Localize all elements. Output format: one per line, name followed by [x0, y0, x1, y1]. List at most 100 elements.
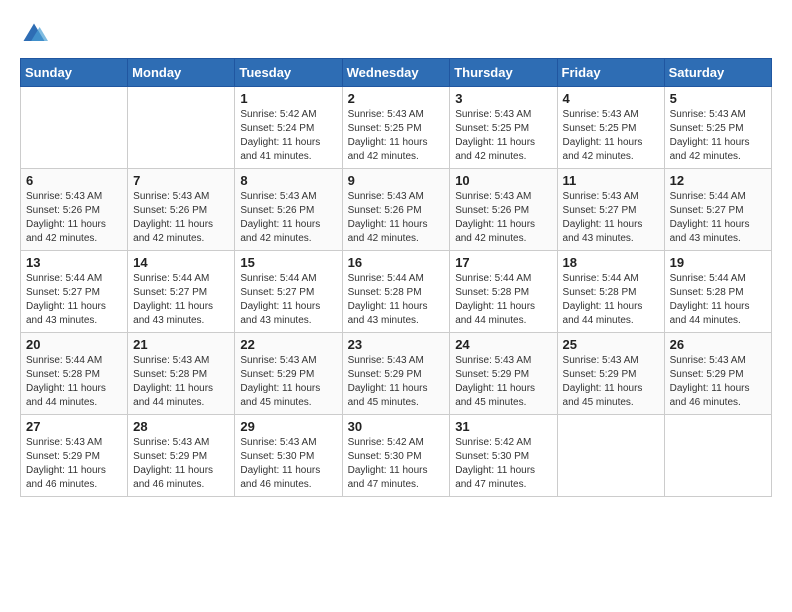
- calendar-cell: 1Sunrise: 5:42 AMSunset: 5:24 PMDaylight…: [235, 87, 342, 169]
- day-info: Sunrise: 5:43 AMSunset: 5:29 PMDaylight:…: [455, 354, 551, 410]
- day-info: Sunrise: 5:44 AM Sunset: 5:27 PM Daylight:…: [670, 190, 766, 246]
- calendar-cell: 15 Sunrise: 5:44 AMSunset: 5:27 PMDayligh…: [235, 251, 342, 333]
- sunrise-text: Sunrise: 5:44 AM: [670, 191, 746, 202]
- daylight-text: Daylight: 11 hours and 45 minutes.: [563, 383, 643, 408]
- daylight-text: Daylight: 11 hours and 42 minutes.: [455, 219, 535, 244]
- day-info: Sunrise: 5:43 AMSunset: 5:29 PMDaylight:…: [670, 354, 766, 410]
- daylight-text: Daylight: 11 hours and 42 minutes.: [455, 137, 535, 162]
- day-info: Sunrise: 5:43 AMSunset: 5:25 PMDaylight:…: [455, 108, 551, 164]
- day-number: 15: [240, 255, 336, 270]
- calendar-cell: 28Sunrise: 5:43 AMSunset: 5:29 PMDayligh…: [128, 415, 235, 497]
- calendar-cell: 16 Sunrise: 5:44 AM Sunset: 5:28 PM Dayligh…: [342, 251, 450, 333]
- sunset-text: Sunset: 5:28 PM: [26, 369, 100, 380]
- day-number: 12: [670, 173, 766, 188]
- sunrise-text: Sunrise: 5:43 AM: [240, 437, 316, 448]
- sunrise-text: Sunrise: 5:44 AM: [348, 273, 424, 284]
- sunset-text: Sunset: 5:29 PM: [240, 369, 314, 380]
- calendar-cell: 11Sunrise: 5:43 AMSunset: 5:27 PMDayligh…: [557, 169, 664, 251]
- calendar-cell: 19Sunrise: 5:44 AMSunset: 5:28 PMDayligh…: [664, 251, 771, 333]
- day-number: 18: [563, 255, 659, 270]
- weekday-header-saturday: Saturday: [664, 59, 771, 87]
- daylight-text: Daylight: 11 hours and 41 minutes.: [240, 137, 320, 162]
- sunset-text: Sunset: 5:29 PM: [348, 369, 422, 380]
- sunset-text: Sunset: 5:27 PM: [670, 205, 744, 216]
- sunset-text: Sunset: 5:29 PM: [563, 369, 637, 380]
- day-number: 4: [563, 91, 659, 106]
- day-number: 9: [348, 173, 445, 188]
- sunset-text: Sunset: 5:26 PM: [133, 205, 207, 216]
- daylight-text: Daylight: 11 hours and 42 minutes.: [670, 137, 750, 162]
- calendar-cell: 2Sunrise: 5:43 AMSunset: 5:25 PMDaylight…: [342, 87, 450, 169]
- day-info: Sunrise: 5:44 AMSunset: 5:27 PMDaylight:…: [240, 272, 336, 328]
- sunset-text: Sunset: 5:25 PM: [563, 123, 637, 134]
- calendar-cell: 30Sunrise: 5:42 AMSunset: 5:30 PMDayligh…: [342, 415, 450, 497]
- sunset-text: Sunset: 5:27 PM: [563, 205, 637, 216]
- sunrise-text: Sunrise: 5:43 AM: [26, 191, 102, 202]
- calendar-cell: 26Sunrise: 5:43 AMSunset: 5:29 PMDayligh…: [664, 333, 771, 415]
- sunrise-text: Sunrise: 5:43 AM: [348, 355, 424, 366]
- sunset-text: Sunset: 5:29 PM: [26, 451, 100, 462]
- daylight-text: Daylight: 11 hours and 42 minutes.: [563, 137, 643, 162]
- sunrise-text: Sunrise: 5:43 AM: [670, 355, 746, 366]
- sunset-text: Sunset: 5:27 PM: [240, 287, 314, 298]
- calendar-cell: 21Sunrise: 5:43 AMSunset: 5:28 PMDayligh…: [128, 333, 235, 415]
- daylight-text: Daylight: 11 hours and 43 minutes.: [348, 301, 428, 326]
- day-info: Sunrise: 5:43 AMSunset: 5:26 PMDaylight:…: [240, 190, 336, 246]
- sunrise-text: Sunrise: 5:43 AM: [455, 109, 531, 120]
- day-info: Sunrise: 5:43 AMSunset: 5:26 PMDaylight:…: [348, 190, 445, 246]
- daylight-text: Daylight: 11 hours and 45 minutes.: [455, 383, 535, 408]
- sunrise-text: Sunrise: 5:44 AM: [670, 273, 746, 284]
- calendar-cell: 12 Sunrise: 5:44 AM Sunset: 5:27 PM Dayligh…: [664, 169, 771, 251]
- daylight-text: Daylight: 11 hours and 45 minutes.: [348, 383, 428, 408]
- day-number: 30: [348, 419, 445, 434]
- day-number: 16: [348, 255, 445, 270]
- sunset-text: Sunset: 5:28 PM: [670, 287, 744, 298]
- calendar-cell: 10Sunrise: 5:43 AMSunset: 5:26 PMDayligh…: [450, 169, 557, 251]
- day-info: Sunrise: 5:43 AMSunset: 5:26 PMDaylight:…: [455, 190, 551, 246]
- calendar-cell: 5Sunrise: 5:43 AMSunset: 5:25 PMDaylight…: [664, 87, 771, 169]
- sunset-text: Sunset: 5:30 PM: [240, 451, 314, 462]
- daylight-text: Daylight: 11 hours and 46 minutes.: [240, 465, 320, 490]
- sunset-text: Sunset: 5:28 PM: [348, 287, 422, 298]
- sunrise-text: Sunrise: 5:43 AM: [455, 355, 531, 366]
- daylight-text: Daylight: 11 hours and 47 minutes.: [348, 465, 428, 490]
- logo: [20, 20, 52, 48]
- calendar-cell: 22Sunrise: 5:43 AMSunset: 5:29 PMDayligh…: [235, 333, 342, 415]
- day-info: Sunrise: 5:43 AMSunset: 5:27 PMDaylight:…: [563, 190, 659, 246]
- calendar-cell: 8Sunrise: 5:43 AMSunset: 5:26 PMDaylight…: [235, 169, 342, 251]
- day-number: 19: [670, 255, 766, 270]
- calendar-table: SundayMondayTuesdayWednesdayThursdayFrid…: [20, 58, 772, 497]
- daylight-text: Daylight: 11 hours and 42 minutes.: [348, 219, 428, 244]
- weekday-header-thursday: Thursday: [450, 59, 557, 87]
- day-info: Sunrise: 5:43 AM Sunset: 5:29 PM Daylight:…: [348, 354, 445, 410]
- day-number: 24: [455, 337, 551, 352]
- sunset-text: Sunset: 5:26 PM: [348, 205, 422, 216]
- day-info: Sunrise: 5:44 AMSunset: 5:28 PMDaylight:…: [26, 354, 122, 410]
- calendar-cell: [664, 415, 771, 497]
- sunrise-text: Sunrise: 5:43 AM: [563, 109, 639, 120]
- weekday-header-monday: Monday: [128, 59, 235, 87]
- calendar-cell: 6Sunrise: 5:43 AMSunset: 5:26 PMDaylight…: [21, 169, 128, 251]
- daylight-text: Daylight: 11 hours and 43 minutes.: [563, 219, 643, 244]
- calendar-cell: 25Sunrise: 5:43 AMSunset: 5:29 PMDayligh…: [557, 333, 664, 415]
- day-number: 22: [240, 337, 336, 352]
- calendar-cell: 18 Sunrise: 5:44 AMSunset: 5:28 PMDayligh…: [557, 251, 664, 333]
- day-number: 23: [348, 337, 445, 352]
- week-row-4: 20Sunrise: 5:44 AMSunset: 5:28 PMDayligh…: [21, 333, 772, 415]
- calendar-cell: 7Sunrise: 5:43 AMSunset: 5:26 PMDaylight…: [128, 169, 235, 251]
- day-info: Sunrise: 5:44 AMSunset: 5:28 PMDaylight:…: [563, 272, 659, 328]
- calendar-cell: 23 Sunrise: 5:43 AM Sunset: 5:29 PM Dayligh…: [342, 333, 450, 415]
- calendar-cell: [557, 415, 664, 497]
- sunset-text: Sunset: 5:26 PM: [455, 205, 529, 216]
- sunrise-text: Sunrise: 5:42 AM: [455, 437, 531, 448]
- sunset-text: Sunset: 5:26 PM: [26, 205, 100, 216]
- sunrise-text: Sunrise: 5:44 AM: [563, 273, 639, 284]
- sunset-text: Sunset: 5:30 PM: [348, 451, 422, 462]
- daylight-text: Daylight: 11 hours and 46 minutes.: [670, 383, 750, 408]
- calendar-cell: 27Sunrise: 5:43 AMSunset: 5:29 PMDayligh…: [21, 415, 128, 497]
- sunset-text: Sunset: 5:25 PM: [348, 123, 422, 134]
- sunset-text: Sunset: 5:28 PM: [455, 287, 529, 298]
- daylight-text: Daylight: 11 hours and 42 minutes.: [240, 219, 320, 244]
- sunrise-text: Sunrise: 5:43 AM: [670, 109, 746, 120]
- daylight-text: Daylight: 11 hours and 43 minutes.: [670, 219, 750, 244]
